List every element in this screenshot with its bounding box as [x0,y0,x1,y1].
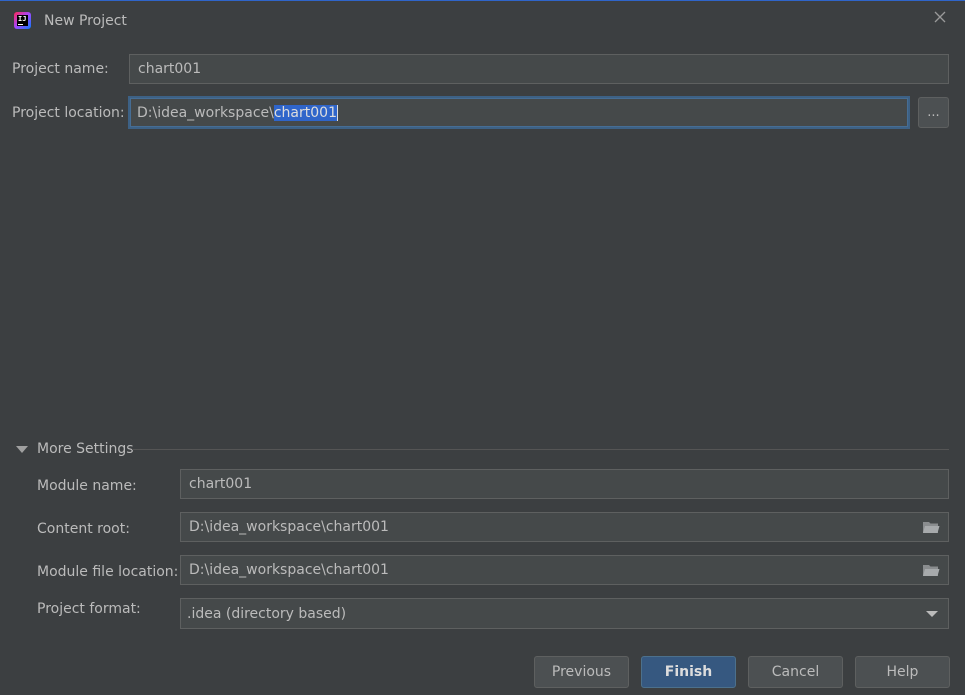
module-file-location-label: Module file location: [37,564,179,580]
window-title: New Project [44,13,127,29]
project-location-prefix: D:\idea_workspace\ [137,104,274,121]
project-name-label: Project name: [12,61,109,77]
close-button[interactable] [930,7,950,27]
content-root-input[interactable]: D:\idea_workspace\chart001 [180,512,949,542]
content-root-label: Content root: [37,521,130,537]
help-button[interactable]: Help [855,656,950,688]
intellij-idea-icon: IJ [14,12,31,29]
module-name-input[interactable]: chart001 [180,469,949,499]
module-name-value: chart001 [189,476,253,492]
more-settings-toggle[interactable]: More Settings [16,441,134,457]
module-file-location-value: D:\idea_workspace\chart001 [189,562,389,578]
more-settings-label: More Settings [37,441,134,457]
module-file-location-input[interactable]: D:\idea_workspace\chart001 [180,555,949,585]
cancel-button[interactable]: Cancel [748,656,843,688]
project-name-input[interactable]: chart001 [129,54,949,84]
folder-icon[interactable] [922,563,940,577]
text-caret [336,104,338,121]
close-icon [934,11,946,23]
project-format-dropdown[interactable]: .idea (directory based) [180,598,949,629]
browse-location-button[interactable]: ... [918,97,949,128]
previous-button[interactable]: Previous [534,656,629,688]
project-location-input[interactable]: D:\idea_workspace\ chart001 [128,96,910,129]
module-name-label: Module name: [37,478,137,494]
more-settings-divider [132,449,949,450]
project-location-label: Project location: [12,105,125,121]
content-root-value: D:\idea_workspace\chart001 [189,519,389,535]
finish-button[interactable]: Finish [641,656,736,688]
triangle-down-icon [16,445,28,453]
folder-icon[interactable] [922,520,940,534]
project-format-label: Project format: [37,601,141,617]
project-location-selected-text: chart001 [273,104,337,121]
project-format-value: .idea (directory based) [187,605,347,622]
chevron-down-icon [926,611,938,617]
project-name-value: chart001 [138,61,202,77]
